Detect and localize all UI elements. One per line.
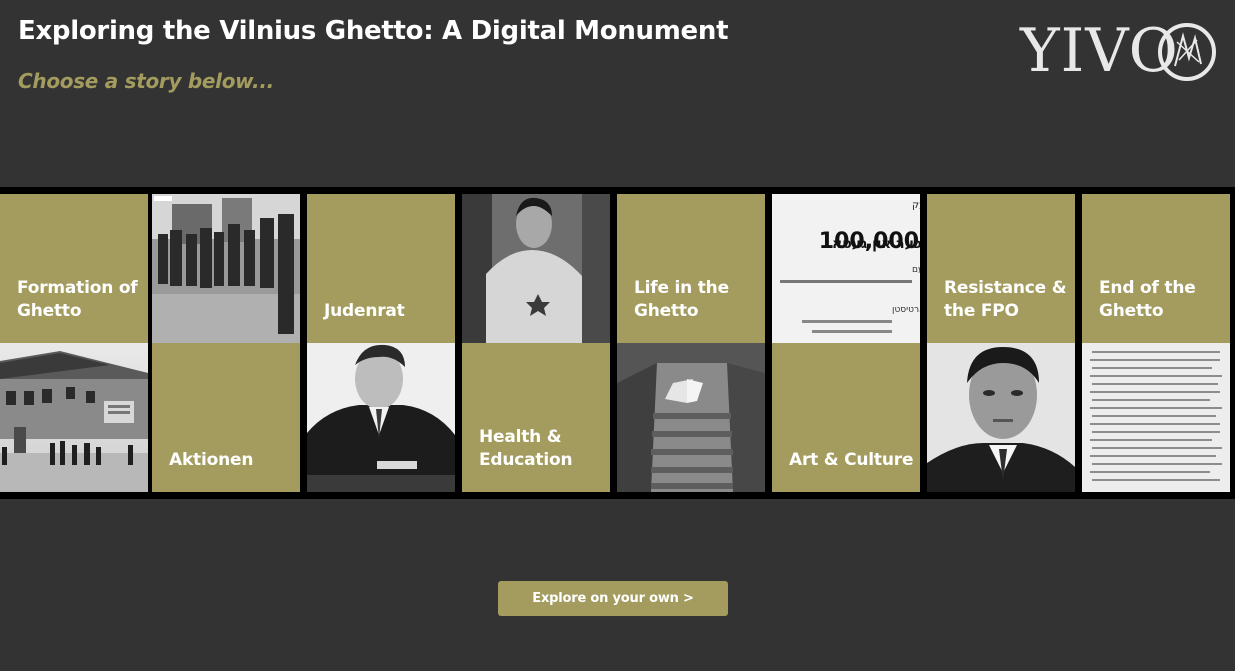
story-label: Formation of Ghetto (17, 278, 138, 321)
story-label-tile[interactable]: Art & Culture (772, 343, 920, 492)
story-label: Judenrat (324, 301, 405, 321)
logo-text: YIVO (1020, 16, 1179, 86)
story-judenrat[interactable]: Judenrat (307, 194, 455, 492)
yiddish-poster-photo[interactable]: געטא - ביבליאטעק 100,000 ביכער אין געטא … (772, 194, 920, 343)
story-label: Art & Culture (789, 450, 914, 470)
stairway-photo[interactable] (617, 343, 765, 492)
poster-line-1: געטא - ביבליאטעק (912, 200, 920, 211)
page-title: Exploring the Vilnius Ghetto: A Digital … (18, 16, 729, 46)
poster-line-2: ביכער אין געטא (832, 236, 920, 252)
story-art-culture[interactable]: געטא - ביבליאטעק 100,000 ביכער אין געטא … (772, 194, 920, 492)
story-end-of-the-ghetto[interactable]: End of the Ghetto (1082, 194, 1230, 492)
story-label: Resistance & the FPO (944, 278, 1067, 321)
typed-document-photo[interactable] (1082, 343, 1230, 492)
story-label: End of the Ghetto (1099, 278, 1196, 321)
yivo-logo[interactable]: YIVO (1020, 16, 1216, 86)
story-label-tile[interactable]: Formation of Ghetto (0, 194, 148, 343)
story-label: Health & Education (479, 427, 573, 470)
young-man-portrait-photo[interactable] (927, 343, 1075, 492)
story-label-tile[interactable]: Aktionen (152, 343, 300, 492)
explore-on-your-own-button[interactable]: Explore on your own > (498, 581, 728, 616)
seated-boy-star-photo[interactable] (462, 194, 610, 343)
poster-line-4: מיטן אנזיכט פון ארטיסטן (892, 305, 920, 315)
poster-line-3: פייערונג לכבוד דעם (912, 265, 920, 275)
story-label-tile[interactable]: Health & Education (462, 343, 610, 492)
man-writing-portrait-photo[interactable] (307, 343, 455, 492)
story-label: Life in the Ghetto (634, 278, 729, 321)
story-resistance-fpo[interactable]: Resistance & the FPO (927, 194, 1075, 492)
story-health-education[interactable]: Health & Education (462, 194, 610, 492)
ghetto-street-buildings-photo[interactable] (0, 343, 148, 492)
yivo-emblem-icon (1158, 23, 1216, 81)
crowd-street-photo[interactable] (152, 194, 300, 343)
story-label-tile[interactable]: Judenrat (307, 194, 455, 343)
story-label-tile[interactable]: End of the Ghetto (1082, 194, 1230, 343)
page-subtitle: Choose a story below... (18, 69, 274, 93)
story-label-tile[interactable]: Life in the Ghetto (617, 194, 765, 343)
story-label: Aktionen (169, 450, 254, 470)
story-life-in-the-ghetto[interactable]: Life in the Ghetto (617, 194, 765, 492)
story-label-tile[interactable]: Resistance & the FPO (927, 194, 1075, 343)
story-aktionen[interactable]: Aktionen (152, 194, 300, 492)
story-strip: Formation of Ghetto Aktionen Judenrat He… (0, 187, 1235, 499)
story-formation-of-ghetto[interactable]: Formation of Ghetto (0, 194, 148, 492)
